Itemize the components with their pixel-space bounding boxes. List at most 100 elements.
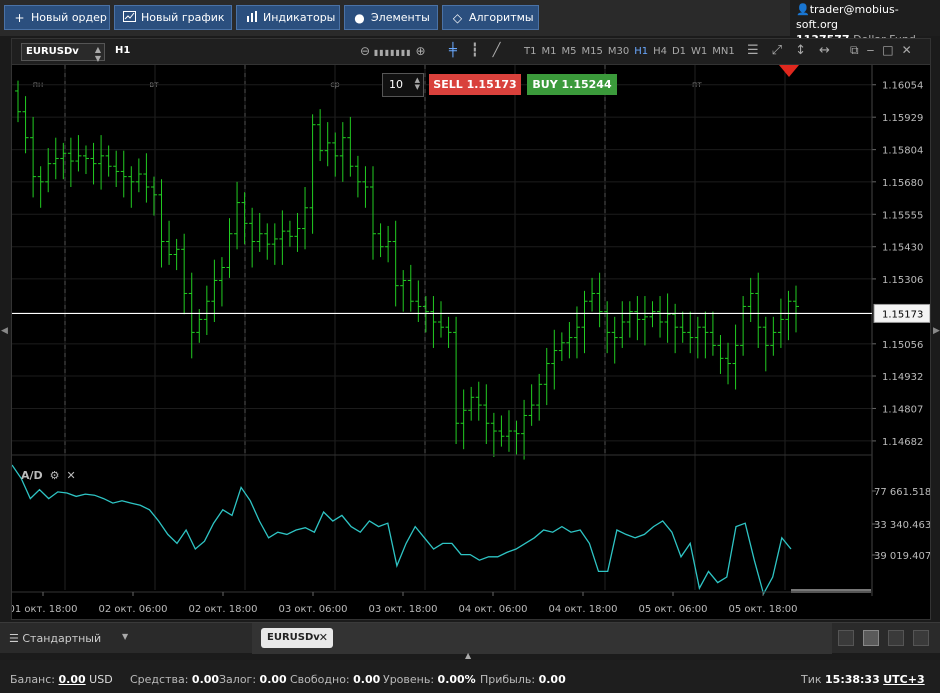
layout-columns-icon[interactable]	[888, 630, 904, 646]
trendline-icon[interactable]: ⤢	[772, 43, 782, 58]
balance: Баланс: 0.00 USD	[10, 673, 113, 686]
time-marker-icon	[779, 65, 799, 77]
layout-selector[interactable]: ☰ Стандартный	[9, 632, 101, 645]
chevron-down-icon[interactable]: ▼	[122, 632, 128, 641]
timeframe-h1[interactable]: H1	[634, 46, 648, 57]
timeframe-m30[interactable]: M30	[608, 46, 629, 57]
plus-icon: +	[14, 10, 25, 25]
new-chart-button[interactable]: Новый график	[114, 5, 232, 30]
quantity-value: 10	[389, 78, 403, 91]
layout-grid-icon[interactable]	[863, 630, 879, 646]
close-icon[interactable]: ✕	[902, 43, 912, 58]
tab-bar: ☰ Стандартный ▼ EURUSDv ✕	[0, 622, 940, 654]
x-tick-label: 04 окт. 06:00	[458, 604, 527, 615]
free-value: 0.00	[353, 673, 381, 686]
account-info[interactable]: 👤trader@mobius-soft.org 1137577 Dollar F…	[790, 0, 940, 46]
candle-chart-icon[interactable]: ┇	[471, 43, 479, 58]
profit-label: Прибыль:	[480, 673, 536, 686]
current-price-value: 1.15173	[882, 309, 923, 320]
vertical-resize-icon[interactable]: ↕	[795, 43, 806, 58]
margin-label: Залог:	[219, 673, 257, 686]
left-panel-arrow-icon[interactable]: ◀	[1, 326, 8, 336]
price-chart[interactable]: пн вт ср пт 1.160541.159291.158041.156801.15…	[12, 65, 930, 621]
x-tick-label: 03 окт. 18:00	[368, 604, 437, 615]
updown-icon: ▲ ▼	[94, 45, 101, 63]
chart-header: EURUSDv ▲ ▼ H1 ⊖ ▮▮▮▮▮▮▮ ⊕ ╪ ┇ ╱ T1 M1 M5 M1…	[12, 39, 930, 65]
timeframe-w1[interactable]: W1	[691, 46, 707, 57]
right-panel-arrow-icon[interactable]: ▶	[933, 326, 940, 336]
quantity-input[interactable]: 10 ▲ ▼	[382, 73, 424, 97]
elements-button[interactable]: ● Элементы	[344, 5, 438, 30]
indicators-button[interactable]: Индикаторы	[236, 5, 340, 30]
timezone-selector[interactable]: UTC+3	[883, 673, 924, 686]
x-tick-label: 05 окт. 18:00	[728, 604, 797, 615]
funds: Средства: 0.00	[130, 673, 219, 686]
y-tick-label: 1.15804	[882, 146, 923, 157]
stepper-icon[interactable]: ▲ ▼	[415, 77, 420, 91]
popout-icon[interactable]: ⧉	[850, 43, 859, 58]
tab-label: EURUSDv	[267, 632, 320, 643]
tab-eurusdv[interactable]: EURUSDv ✕	[261, 628, 333, 648]
diamond-icon: ◇	[452, 10, 463, 25]
level-label: Уровень:	[383, 673, 435, 686]
timeframe-h4[interactable]: H4	[653, 46, 667, 57]
balance-value[interactable]: 0.00	[59, 673, 86, 686]
timeframe-d1[interactable]: D1	[672, 46, 686, 57]
x-tick-label: 02 окт. 06:00	[98, 604, 167, 615]
timeframe-t1[interactable]: T1	[524, 46, 536, 57]
free-margin: Свободно: 0.00	[290, 673, 380, 686]
zoom-out-icon[interactable]: ⊖	[360, 44, 370, 58]
timeframe-mn1[interactable]: MN1	[712, 46, 734, 57]
margin: Залог: 0.00	[219, 673, 287, 686]
remove-indicator-icon[interactable]: ✕	[67, 469, 76, 482]
timeframe-m5[interactable]: M5	[561, 46, 576, 57]
buy-price: 1.15244	[561, 78, 612, 91]
horizontal-resize-icon[interactable]: ↔	[819, 43, 830, 58]
status-bar: Баланс: 0.00 USD Средства: 0.00 Залог: 0…	[0, 660, 940, 693]
collapse-arrow-icon[interactable]: ▲	[465, 651, 471, 660]
y-tick-label: 1.15555	[882, 210, 923, 221]
y-tick-label: 1.15430	[882, 243, 923, 254]
close-tab-icon[interactable]: ✕	[319, 631, 328, 644]
ad-series-line	[12, 464, 792, 596]
maximize-icon[interactable]: □	[882, 43, 893, 58]
zoom-control[interactable]: ⊖ ▮▮▮▮▮▮▮ ⊕	[360, 44, 426, 58]
server-time: 15:38:33	[825, 673, 880, 686]
y-tick-label: 1.16054	[882, 81, 923, 92]
new-order-label: Новый ордер	[31, 11, 107, 24]
layout-rows-icon[interactable]	[913, 630, 929, 646]
y-tick-label: 1.15680	[882, 178, 923, 189]
algorithms-button[interactable]: ◇ Алгоритмы	[442, 5, 539, 30]
funds-value: 0.00	[191, 673, 220, 686]
sell-button[interactable]: SELL 1.15173	[429, 74, 521, 95]
timeframe-m15[interactable]: M15	[581, 46, 602, 57]
account-user: 👤trader@mobius-soft.org	[796, 2, 936, 32]
gear-icon[interactable]: ⚙	[50, 469, 60, 482]
pen-icon: ●	[354, 10, 365, 25]
sell-price: 1.15173	[466, 78, 517, 91]
margin-level: Уровень: 0.00%	[383, 673, 476, 686]
symbol-value: EURUSDv	[26, 46, 79, 57]
new-order-button[interactable]: + Новый ордер	[4, 5, 110, 30]
hlines-icon[interactable]: ☰	[747, 43, 759, 58]
timeframe-m1[interactable]: M1	[541, 46, 556, 57]
account-email: trader@mobius-soft.org	[796, 3, 899, 31]
minimize-icon[interactable]: ‒	[867, 43, 875, 58]
zoom-in-icon[interactable]: ⊕	[416, 44, 426, 58]
layout-single-icon[interactable]	[838, 630, 854, 646]
line-chart-icon[interactable]: ╱	[493, 43, 501, 58]
y-tick-label: 1.15056	[882, 340, 923, 351]
x-tick-label: 03 окт. 06:00	[278, 604, 347, 615]
level-value: 0.00%	[437, 673, 476, 686]
zoom-slider[interactable]: ▮▮▮▮▮▮▮	[374, 48, 412, 57]
chart-window[interactable]: EURUSDv ▲ ▼ H1 ⊖ ▮▮▮▮▮▮▮ ⊕ ╪ ┇ ╱ T1 M1 M5 M1…	[11, 38, 931, 620]
x-tick-label: 02 окт. 18:00	[188, 604, 257, 615]
y-tick-label: 1.14932	[882, 372, 923, 383]
layout-buttons	[838, 630, 929, 646]
symbol-select[interactable]: EURUSDv ▲ ▼	[21, 43, 105, 63]
user-icon: 👤	[796, 3, 810, 16]
tick-label: Тик	[801, 673, 822, 686]
bar-chart-icon[interactable]: ╪	[449, 43, 457, 58]
buy-button[interactable]: BUY 1.15244	[527, 74, 617, 95]
y-tick-label: 1.15929	[882, 113, 923, 124]
